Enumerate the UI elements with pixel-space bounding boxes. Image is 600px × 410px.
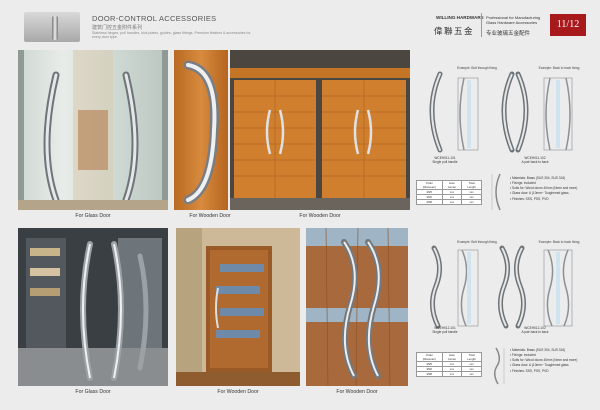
photo-wooden-door-1 — [174, 50, 228, 210]
th-hole-center: Hole Center — [441, 352, 463, 362]
feature-list-top: Materials: Brass (SUS 304, SUS 316) Fixi… — [510, 176, 596, 202]
code-left-desc: Single pull handle — [432, 330, 458, 334]
th-total-length: Total Length — [461, 352, 482, 362]
handle-drawings-top — [429, 71, 573, 153]
photo-wooden-door-2 — [230, 50, 410, 210]
product-code-right: WCEH011-102 A pair back to back — [510, 156, 560, 164]
spec-table-bottom: Order (Diameter) Hole Center Total Length … — [416, 352, 482, 377]
cell: xxx — [461, 199, 482, 205]
code-right-desc: A pair back to back — [521, 330, 549, 334]
cell: xxx — [441, 199, 463, 205]
photo-wooden-door-4 — [306, 228, 408, 386]
header-divider — [481, 13, 482, 37]
cell: xxx — [441, 371, 463, 377]
product-code-right: WCEH012-102 A pair back to back — [510, 326, 560, 334]
caption-wooden-door-3: For Wooden Door — [217, 389, 259, 395]
handle-logo-icon — [24, 12, 80, 42]
code-left-desc: Single pull handle — [432, 160, 458, 164]
handle-on-wood-illustration — [306, 228, 408, 386]
product-code-left: WCEH012-101 Single pull handle — [420, 326, 470, 334]
handle-closeup-illustration — [183, 60, 219, 205]
cell: xxx — [461, 371, 482, 377]
brand-tagline: Professional for Manufacturing Glass Har… — [486, 15, 541, 25]
caption-wooden-door-1: For Wooden Door — [189, 213, 231, 219]
cell: Ø38 — [416, 199, 443, 205]
caption-glass-door-1: For Glass Door — [75, 213, 111, 219]
spec-table-top: Order (Diameter) Hole Center Total Length … — [416, 180, 482, 205]
caption-glass-door-2: For Glass Door — [75, 389, 111, 395]
page-number-badge: 11/12 — [550, 14, 586, 36]
storefront-illustration — [18, 228, 168, 386]
photo-wooden-door-3 — [176, 228, 300, 386]
feature-list-bottom: Materials: Brass (SUS 304, SUS 316) Fixi… — [510, 348, 596, 374]
product-code-left: WCEH011-101 Single pull handle — [420, 156, 470, 164]
cell: Ø38 — [416, 371, 443, 377]
glass-door-illustration — [18, 50, 168, 210]
brand-name: WILLING HARDWARE — [436, 15, 484, 20]
handle-drawings-bottom — [430, 245, 573, 329]
dimension-diagram-icon — [491, 173, 501, 211]
caption-wooden-door-4: For Wooden Door — [336, 389, 378, 395]
brand-name-cn: 偉聯五金 — [434, 26, 475, 36]
section-title: DOOR-CONTROL ACCESSORIES — [92, 14, 217, 23]
feature-item: Finishes: SSS, PSS, PVD — [510, 369, 596, 374]
section-intro: Stainless hinges, pull handles, kick pla… — [92, 31, 251, 40]
catalog-page: DOOR-CONTROL ACCESSORIES 建筑门控五金附件系列 Stai… — [0, 0, 600, 410]
th-total-length: Total Length — [461, 180, 482, 190]
pivot-door-illustration — [176, 228, 300, 386]
photo-glass-door-1 — [18, 50, 168, 210]
dimension-diagram-icon — [494, 347, 505, 385]
th-hole-center: Hole Center — [441, 180, 463, 190]
brand-tagline-cn: 专业玻璃五金配件 — [486, 31, 531, 37]
caption-wooden-door-2: For Wooden Door — [299, 213, 341, 219]
feature-item: Finishes: SSS, PSS, PVD — [510, 197, 596, 202]
code-right-desc: A pair back to back — [521, 160, 549, 164]
section-title-cn: 建筑门控五金附件系列 — [92, 25, 143, 31]
photo-glass-door-2 — [18, 228, 168, 386]
page-header: DOOR-CONTROL ACCESSORIES 建筑门控五金附件系列 Stai… — [0, 0, 600, 50]
th-diameter: Order (Diameter) — [416, 352, 443, 362]
th-diameter: Order (Diameter) — [416, 180, 443, 190]
wooden-double-door-illustration — [230, 50, 410, 210]
